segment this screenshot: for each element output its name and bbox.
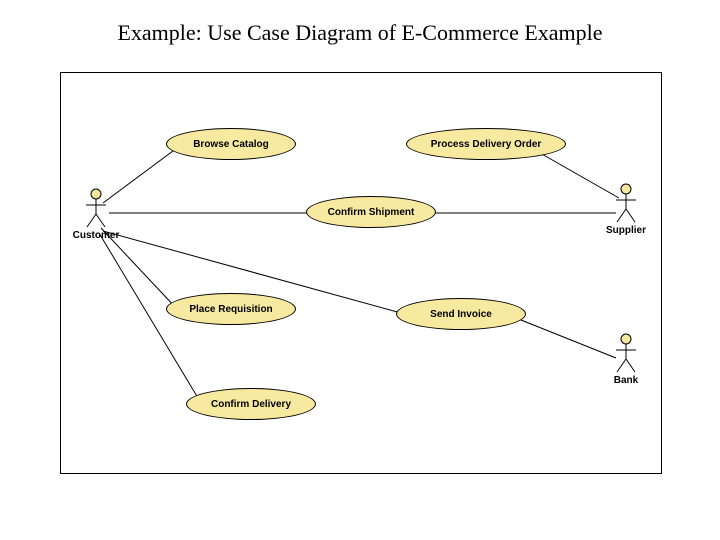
actor-customer-label: Customer [71, 230, 121, 241]
usecase-confirm-delivery: Confirm Delivery [186, 388, 316, 420]
association-lines [61, 73, 661, 473]
usecase-send-invoice: Send Invoice [396, 298, 526, 330]
stick-figure-icon [613, 183, 639, 223]
usecase-process-delivery-order: Process Delivery Order [406, 128, 566, 160]
actor-bank: Bank [601, 333, 651, 386]
use-case-diagram: Browse Catalog Process Delivery Order Co… [60, 72, 662, 474]
actor-supplier-label: Supplier [601, 225, 651, 236]
page-title: Example: Use Case Diagram of E-Commerce … [0, 20, 720, 46]
usecase-browse-catalog: Browse Catalog [166, 128, 296, 160]
stick-figure-icon [613, 333, 639, 373]
actor-bank-label: Bank [601, 375, 651, 386]
usecase-confirm-shipment: Confirm Shipment [306, 196, 436, 228]
actor-supplier: Supplier [601, 183, 651, 236]
actor-customer: Customer [71, 188, 121, 241]
stick-figure-icon [83, 188, 109, 228]
usecase-place-requisition: Place Requisition [166, 293, 296, 325]
